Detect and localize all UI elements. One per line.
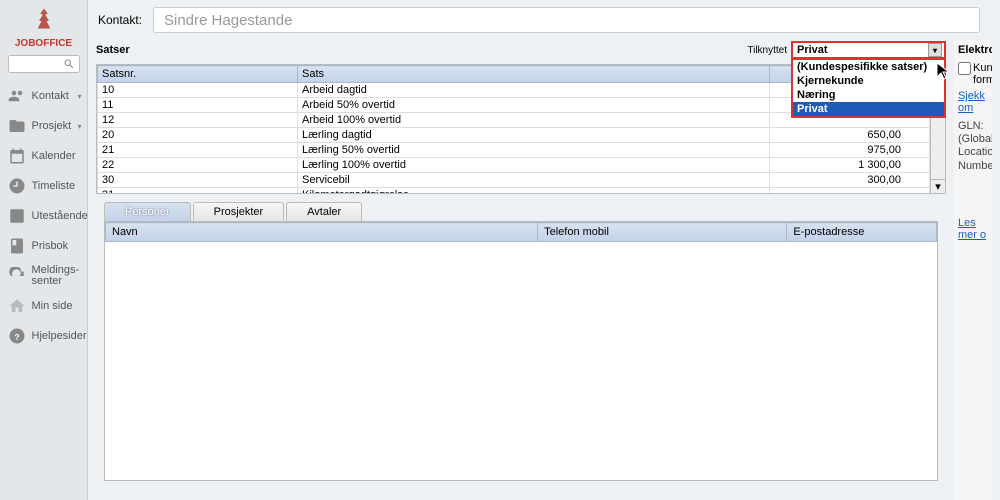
elektron-heading: Elektron [958,44,988,56]
nav-kalender[interactable]: Kalender [0,141,88,171]
people-icon [8,87,26,105]
dropdown-option[interactable]: Næring [793,88,944,102]
home-icon [8,297,26,315]
right-panel: Elektron Kunde forma Sjekk om GLN:(Globa… [954,40,992,500]
book-icon [8,237,26,255]
chevron-down-icon[interactable]: ▾ [928,43,942,57]
calendar-icon [8,147,26,165]
col-navn[interactable]: Navn [106,223,538,242]
logo-icon [29,6,59,36]
tilknyttet-label: Tilknyttet [747,45,787,56]
lesmer-link[interactable]: Les mer o [958,217,988,241]
nav-prosjekt[interactable]: Prosjekt ▾ [0,111,88,141]
col-satsnr[interactable]: Satsnr. [98,66,298,83]
kontakt-label: Kontakt: [98,13,153,27]
nav-label: Kontakt [32,90,78,102]
svg-text:?: ? [14,333,19,342]
main-area: Kontakt: Sindre Hagestande Satser Tilkny… [88,0,1000,500]
table-row[interactable]: 31Kilometergodtgjørelse [98,188,930,194]
table-row[interactable]: 30Servicebil300,00 [98,173,930,188]
clock-icon [8,177,26,195]
nav-label: Timeliste [32,180,88,192]
nav-label: Hjelpesider [32,330,88,342]
col-epost[interactable]: E-postadresse [787,223,937,242]
nav-timeliste[interactable]: Timeliste [0,171,88,201]
refresh-icon [8,267,26,285]
kunde-format-label: Kunde forma [973,62,992,86]
brand-text: JOBOFFICE [15,38,72,49]
col-sats[interactable]: Sats [298,66,770,83]
tab-avtaler[interactable]: Avtaler [286,202,362,221]
combo-value: Privat [797,44,828,56]
dropdown-option[interactable]: (Kundespesifikke satser) [793,60,944,74]
nav-label: Prisbok [32,240,88,252]
col-telefon[interactable]: Telefon mobil [538,223,787,242]
table-row[interactable]: 21Lærling 50% overtid975,00 [98,143,930,158]
dropdown-option[interactable]: Kjernekunde [793,74,944,88]
dropdown-option[interactable]: Privat [793,102,944,116]
nav-utestaende[interactable]: Utestående [0,201,88,231]
satser-title: Satser [96,44,130,56]
kontakt-input[interactable]: Sindre Hagestande [153,7,980,33]
nav-label: Kalender [32,150,88,162]
tilknyttet-dropdown: (Kundespesifikke satser) Kjernekunde Nær… [791,59,946,118]
help-icon: ? [8,327,26,345]
table-row[interactable]: 22Lærling 100% overtid1 300,00 [98,158,930,173]
calculator-icon [8,207,26,225]
nav-label: Prosjekt [32,120,78,132]
sjekk-link[interactable]: Sjekk om [958,90,988,114]
nav-meldingssenter[interactable]: Meldings- senter [0,261,88,291]
folder-icon [8,117,26,135]
nav-kontakt[interactable]: Kontakt ▾ [0,81,88,111]
kunde-format-checkbox[interactable] [958,62,971,75]
gln-label: GLN:(Global Location Number) [958,120,988,173]
search-icon [63,58,75,70]
table-row[interactable]: 20Lærling dagtid650,00 [98,128,930,143]
nav-prisbok[interactable]: Prisbok [0,231,88,261]
nav-minside[interactable]: Min side [0,291,88,321]
tab-prosjekter[interactable]: Prosjekter [193,202,285,221]
nav-label: Meldings- senter [32,265,88,287]
search-input[interactable] [8,55,80,73]
tab-personer[interactable]: Personer [104,202,191,221]
caret-icon: ▾ [77,122,81,131]
tilknyttet-combo[interactable]: Privat ▾ (Kundespesifikke satser) Kjerne… [791,41,946,59]
caret-icon: ▾ [77,92,81,101]
tabs-panel: Navn Telefon mobil E-postadresse [104,221,938,481]
nav-hjelpesider[interactable]: ? Hjelpesider [0,321,88,351]
sidebar: JOBOFFICE Kontakt ▾ Prosjekt ▾ Kalender … [0,0,88,500]
nav-label: Utestående [32,210,88,222]
nav-label: Min side [32,300,88,312]
